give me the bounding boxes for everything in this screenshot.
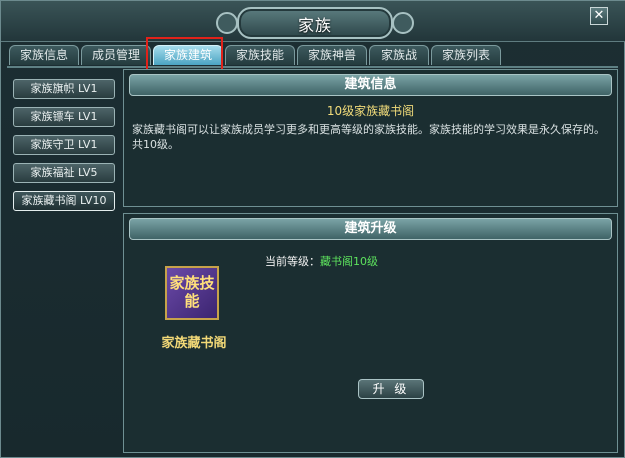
building-sidebar: 家族旗帜 LV1 家族镖车 LV1 家族守卫 LV1 家族福祉 LV5 家族藏书… <box>9 69 119 453</box>
tab-member-management[interactable]: 成员管理 <box>81 45 151 65</box>
ornament-right-icon <box>392 12 414 34</box>
tab-family-beast[interactable]: 家族神兽 <box>297 45 367 65</box>
title-bar: 家族 ✕ <box>1 1 625 42</box>
title-plaque: 家族 <box>237 7 393 39</box>
building-upgrade-panel: 建筑升级 当前等级：藏书阁10级 家族技能 家族藏书阁 升 级 <box>123 213 618 453</box>
current-level-value: 藏书阁10级 <box>320 255 378 268</box>
tab-divider <box>7 66 618 68</box>
info-panel-header: 建筑信息 <box>129 74 612 96</box>
close-button[interactable]: ✕ <box>590 7 608 25</box>
building-info-panel: 建筑信息 10级家族藏书阁 家族藏书阁可以让家族成员学习更多和更高等级的家族技能… <box>123 69 618 207</box>
ornament-left-icon <box>216 12 238 34</box>
sidebar-item-library[interactable]: 家族藏书阁 LV10 <box>13 191 115 211</box>
sidebar-item-escort-cart[interactable]: 家族镖车 LV1 <box>13 107 115 127</box>
tab-highlight-box <box>146 37 223 73</box>
current-level: 当前等级：藏书阁10级 <box>265 253 378 269</box>
building-name: 家族藏书阁 <box>161 336 227 351</box>
building-description: 家族藏书阁可以让家族成员学习更多和更高等级的家族技能。家族技能的学习效果是永久保… <box>132 123 605 151</box>
sidebar-item-guard[interactable]: 家族守卫 LV1 <box>13 135 115 155</box>
building-level-title: 10级家族藏书阁 <box>326 104 415 118</box>
tab-family-war[interactable]: 家族战 <box>369 45 429 65</box>
upgrade-panel-header: 建筑升级 <box>129 218 612 240</box>
upgrade-button[interactable]: 升 级 <box>358 379 424 399</box>
sidebar-item-blessing[interactable]: 家族福祉 LV5 <box>13 163 115 183</box>
sidebar-item-banner[interactable]: 家族旗帜 LV1 <box>13 79 115 99</box>
family-window: 家族 ✕ 家族信息 成员管理 家族建筑 家族技能 家族神兽 家族战 家族列表 家… <box>0 0 625 458</box>
family-skill-book-icon: 家族技能 <box>165 266 219 320</box>
current-level-label: 当前等级： <box>265 255 320 268</box>
icon-caption: 家族技能 <box>169 274 215 310</box>
window-title: 家族 <box>297 16 332 35</box>
tab-family-skills[interactable]: 家族技能 <box>225 45 295 65</box>
tab-family-list[interactable]: 家族列表 <box>431 45 501 65</box>
tab-family-info[interactable]: 家族信息 <box>9 45 79 65</box>
